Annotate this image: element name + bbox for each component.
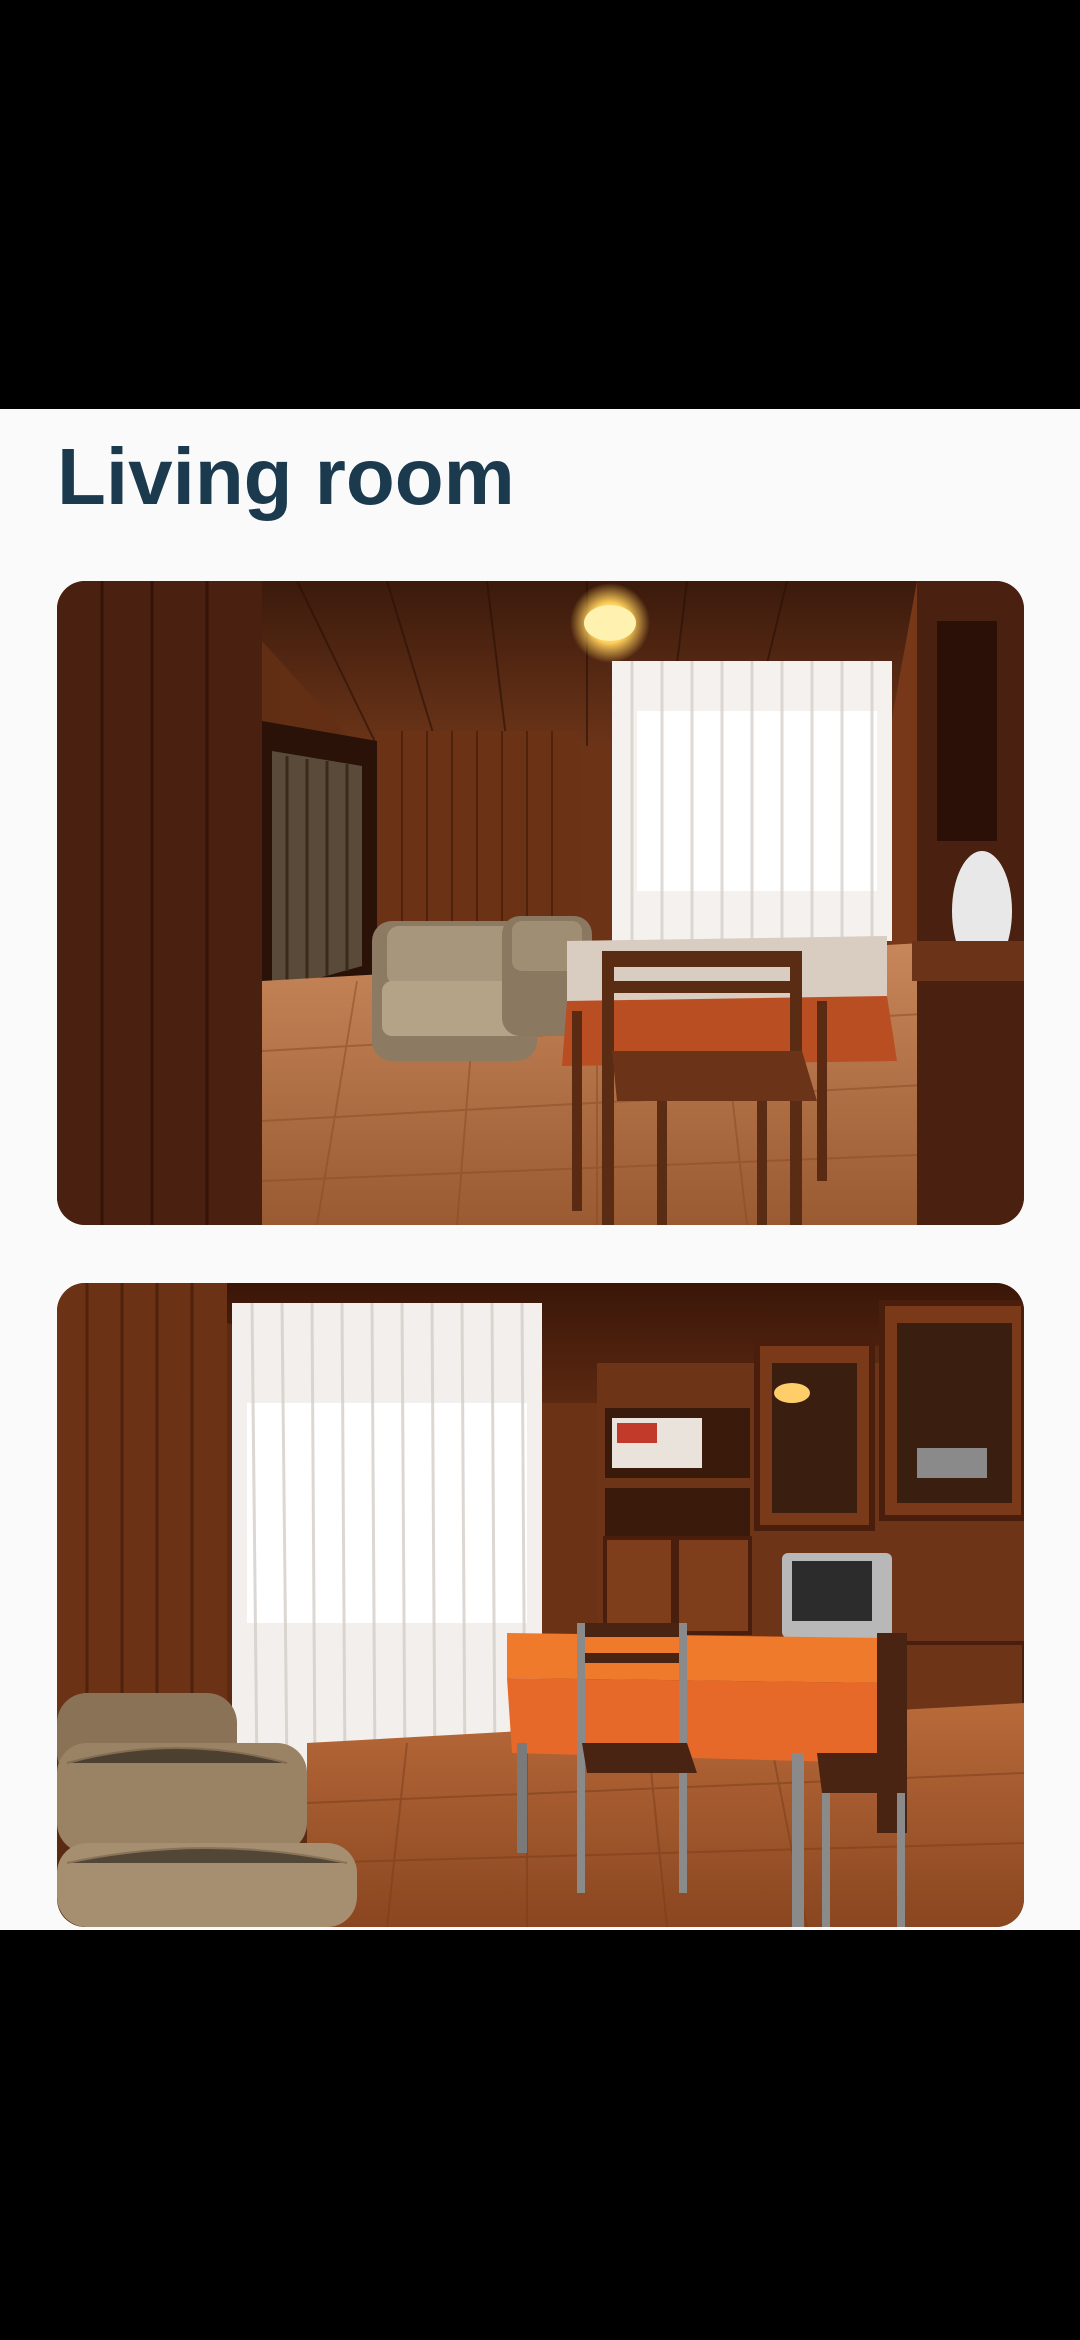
- top-black-area: [0, 0, 1080, 409]
- living-room-photo-1-image: [57, 581, 1024, 1225]
- screen: Living room: [0, 0, 1080, 2340]
- content-area: Living room: [0, 409, 1080, 1930]
- page-title: Living room: [57, 432, 515, 521]
- bottom-black-area: [0, 1930, 1080, 2340]
- living-room-photo-2-image: [57, 1283, 1024, 1927]
- living-room-photo-1[interactable]: [57, 581, 1024, 1225]
- living-room-photo-2[interactable]: [57, 1283, 1024, 1927]
